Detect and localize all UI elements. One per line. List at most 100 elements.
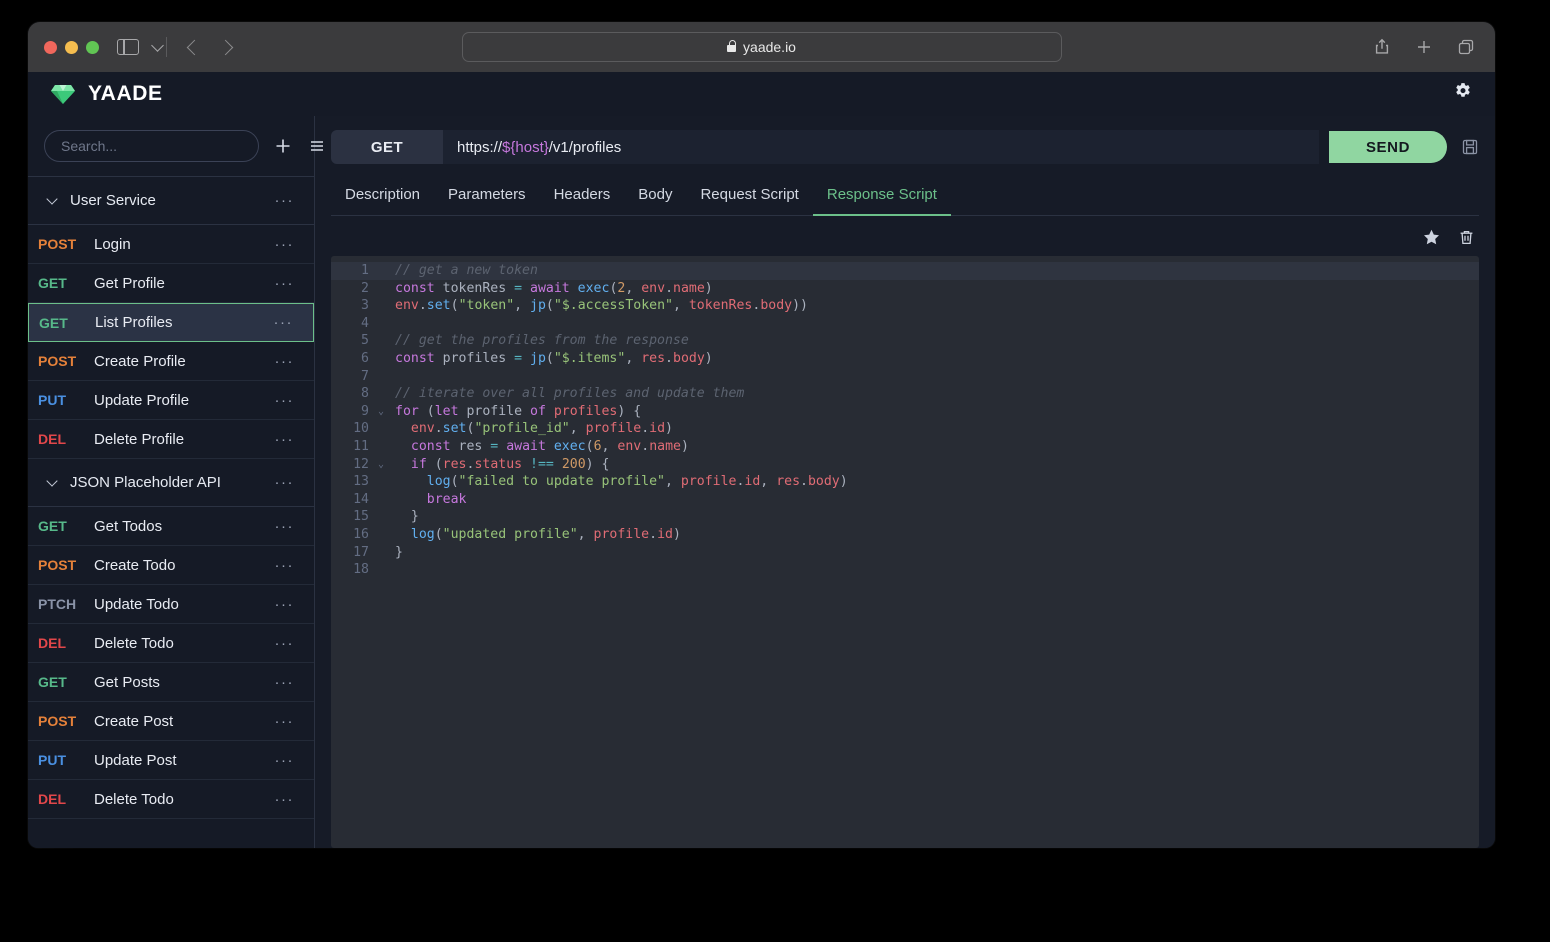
collection-group-menu-button[interactable]: ··· xyxy=(271,192,299,209)
collection-group-menu-button[interactable]: ··· xyxy=(271,474,299,491)
chevron-down-icon[interactable] xyxy=(46,192,58,205)
url-suffix: /v1/profiles xyxy=(548,138,622,156)
editor-toolbar xyxy=(331,216,1479,256)
close-window-button[interactable] xyxy=(44,40,57,54)
request-list-item[interactable]: GET Get Profile ··· xyxy=(28,264,314,303)
line-number: 13 xyxy=(353,474,369,490)
collection-group-header[interactable]: JSON Placeholder API ··· xyxy=(28,459,314,507)
send-button[interactable]: SEND xyxy=(1329,131,1447,163)
request-list-item[interactable]: POST Login ··· xyxy=(28,225,314,264)
request-list-item[interactable]: POST Create Post ··· xyxy=(28,702,314,741)
request-list-item[interactable]: DEL Delete Todo ··· xyxy=(28,624,314,663)
code-text: for (let profile of profiles) { xyxy=(395,403,642,419)
request-method-label: GET xyxy=(39,314,68,331)
line-number: 15 xyxy=(353,509,369,525)
sidebar-toggle-button[interactable] xyxy=(117,38,164,55)
line-number: 16 xyxy=(353,526,369,542)
request-list-item[interactable]: POST Create Profile ··· xyxy=(28,342,314,381)
request-name-label: Update Profile xyxy=(94,391,190,409)
search-input[interactable] xyxy=(44,130,259,162)
tab-body[interactable]: Body xyxy=(624,178,686,216)
request-name-label: List Profiles xyxy=(95,314,173,331)
code-line: 18 xyxy=(331,561,1479,579)
tabs-overview-icon[interactable] xyxy=(1457,38,1475,56)
method-selector[interactable]: GET xyxy=(331,130,443,164)
request-menu-button[interactable]: ··· xyxy=(271,236,299,253)
request-list-item[interactable]: DEL Delete Profile ··· xyxy=(28,420,314,459)
request-list-item[interactable]: DEL Delete Todo ··· xyxy=(28,780,314,819)
request-list-item[interactable]: PTCH Update Todo ··· xyxy=(28,585,314,624)
request-menu-button[interactable]: ··· xyxy=(271,353,299,370)
code-line: 17} xyxy=(331,544,1479,562)
fold-arrow-icon[interactable]: ⌄ xyxy=(375,403,387,421)
code-line: 10 env.set("profile_id", profile.id) xyxy=(331,420,1479,438)
trash-icon[interactable] xyxy=(1458,229,1475,246)
request-menu-button[interactable]: ··· xyxy=(271,431,299,448)
tab-response-script[interactable]: Response Script xyxy=(812,178,951,216)
plus-icon[interactable] xyxy=(1415,38,1433,56)
request-list-item[interactable]: POST Create Todo ··· xyxy=(28,546,314,585)
code-text: env.set("token", jp("$.accessToken", tok… xyxy=(395,298,808,314)
fold-arrow-icon[interactable]: ⌄ xyxy=(375,456,387,474)
request-name-label: Create Profile xyxy=(94,352,186,370)
star-icon[interactable] xyxy=(1423,229,1440,246)
tab-headers[interactable]: Headers xyxy=(540,178,625,216)
code-text: log("failed to update profile", profile.… xyxy=(426,474,848,490)
request-list-item[interactable]: GET Get Posts ··· xyxy=(28,663,314,702)
add-collection-button[interactable] xyxy=(273,136,293,156)
gear-icon[interactable] xyxy=(1453,82,1473,107)
app-header: YAADE xyxy=(28,72,1495,116)
forward-arrow-icon[interactable] xyxy=(217,39,234,55)
minimize-window-button[interactable] xyxy=(65,40,78,54)
collection-group-header[interactable]: User Service ··· xyxy=(28,177,314,225)
tab-request-script[interactable]: Request Script xyxy=(686,178,812,216)
request-name-label: Delete Todo xyxy=(94,634,174,652)
response-script-editor[interactable]: 1 // get a new token 2 const tokenRes = awa… xyxy=(331,256,1479,848)
request-method-label: POST xyxy=(38,713,77,729)
code-line: 12 ⌄ if (res.status !== 200) { xyxy=(331,456,1479,474)
code-text: if (res.status !== 200) { xyxy=(410,456,610,472)
request-name-label: Login xyxy=(94,235,131,253)
request-method-label: POST xyxy=(38,557,77,573)
line-number: 6 xyxy=(361,350,369,366)
chevron-down-icon xyxy=(151,38,164,52)
request-menu-button[interactable]: ··· xyxy=(271,518,299,535)
request-method-label: POST xyxy=(38,353,77,369)
hamburger-menu-button[interactable] xyxy=(307,136,327,156)
request-menu-button[interactable]: ··· xyxy=(271,791,299,808)
code-line: 2 const tokenRes = await exec(2, env.name… xyxy=(331,280,1479,298)
floppy-disk-save-icon[interactable] xyxy=(1461,138,1479,156)
tab-description[interactable]: Description xyxy=(331,178,434,216)
request-list-item[interactable]: GET Get Todos ··· xyxy=(28,507,314,546)
request-list-item[interactable]: PUT Update Post ··· xyxy=(28,741,314,780)
share-icon[interactable] xyxy=(1373,38,1391,56)
back-arrow-icon[interactable] xyxy=(186,39,203,55)
code-text: } xyxy=(395,509,419,525)
browser-url-bar[interactable]: yaade.io xyxy=(461,32,1062,62)
request-menu-button[interactable]: ··· xyxy=(271,392,299,409)
url-variable: ${host} xyxy=(502,138,549,156)
request-menu-button[interactable]: ··· xyxy=(271,596,299,613)
request-list-item[interactable]: GET List Profiles ··· xyxy=(28,303,314,342)
request-name-label: Create Todo xyxy=(94,556,176,574)
request-list-item[interactable]: PUT Update Profile ··· xyxy=(28,381,314,420)
request-menu-button[interactable]: ··· xyxy=(271,752,299,769)
request-menu-button[interactable]: ··· xyxy=(271,275,299,292)
request-name-label: Get Todos xyxy=(94,517,163,535)
tab-parameters[interactable]: Parameters xyxy=(434,178,540,216)
request-menu-button[interactable]: ··· xyxy=(271,635,299,652)
code-line: 9 ⌄ for (let profile of profiles) { xyxy=(331,403,1479,421)
request-menu-button[interactable]: ··· xyxy=(271,713,299,730)
request-menu-button[interactable]: ··· xyxy=(271,557,299,574)
url-input[interactable]: https://${host}/v1/profiles xyxy=(443,130,1319,164)
request-menu-button[interactable]: ··· xyxy=(270,314,298,331)
maximize-window-button[interactable] xyxy=(86,40,99,54)
request-menu-button[interactable]: ··· xyxy=(271,674,299,691)
chevron-down-icon[interactable] xyxy=(46,474,58,487)
